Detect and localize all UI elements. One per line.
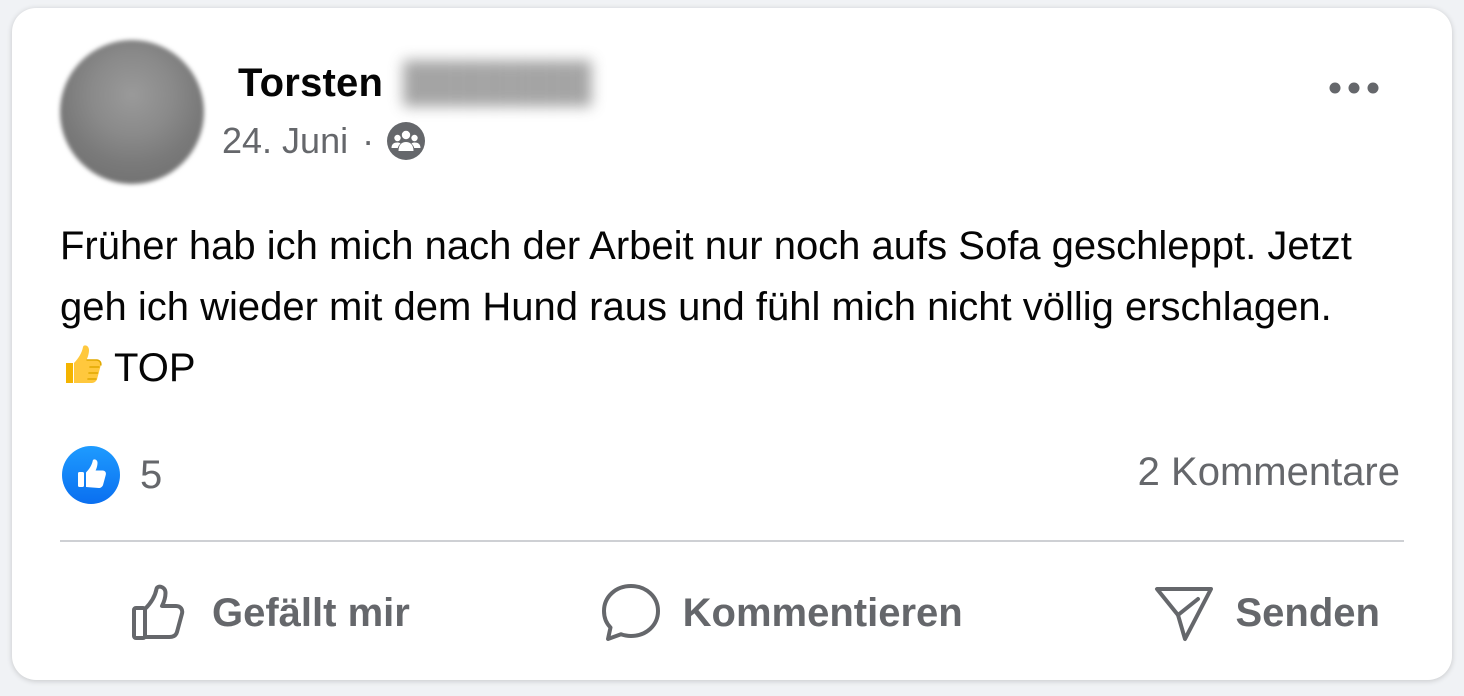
comment-button[interactable]: Kommentieren [599,582,963,644]
like-button-label: Gefällt mir [212,590,410,635]
comment-button-label: Kommentieren [682,590,963,635]
meta-separator: · [362,120,375,161]
more-options-button[interactable] [1318,60,1390,116]
like-reaction-icon [62,446,120,504]
reactions-summary[interactable]: 5 [62,446,162,504]
post-text: Früher hab ich mich nach der Arbeit nur … [60,216,1360,399]
author-surname-redacted: ███████ [403,61,592,104]
post-date[interactable]: 24. Juni [222,120,348,162]
author-name[interactable]: Torsten [238,61,383,106]
reaction-count: 5 [140,452,163,497]
post-meta: 24. Juni · [222,116,426,166]
post-card: Torsten ███████ 24. Juni · Früher hab ic… [12,8,1452,680]
thumbs-up-outline-icon [132,584,185,640]
thumbs-up-emoji-icon [60,343,104,387]
author-row: Torsten ███████ [238,58,592,108]
comment-bubble-icon [601,584,660,641]
group-icon [386,121,426,161]
send-icon [1154,587,1213,641]
post-text-main: Früher hab ich mich nach der Arbeit nur … [60,224,1352,329]
like-button[interactable]: Gefällt mir [130,582,410,644]
action-bar: Gefällt mir Kommentieren Senden [60,568,1404,658]
avatar[interactable] [60,40,204,184]
comments-count-link[interactable]: 2 Kommentare [1138,450,1400,495]
send-button[interactable]: Senden [1152,582,1380,644]
send-button-label: Senden [1235,590,1380,635]
more-dots-icon [1329,82,1379,94]
divider [60,540,1404,542]
post-text-suffix: TOP [114,346,196,390]
